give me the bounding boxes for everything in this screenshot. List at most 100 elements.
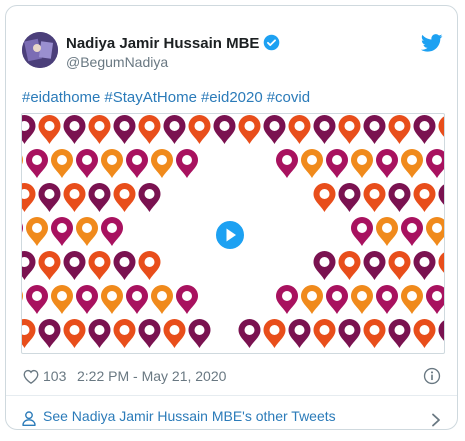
map-pin-hole	[144, 189, 155, 199]
map-pin-hole	[432, 223, 442, 233]
map-pin-hole	[44, 257, 55, 267]
map-pin-hole	[332, 155, 342, 165]
map-pin-hole	[182, 155, 192, 165]
map-pin-shape	[438, 116, 444, 137]
map-pin-hole	[319, 189, 330, 199]
hashtag-link[interactable]: #StayAtHome	[104, 89, 197, 106]
map-pin-hole	[269, 325, 280, 335]
person-icon	[22, 409, 36, 426]
map-pin-hole	[119, 189, 130, 199]
map-pin-hole	[382, 155, 392, 165]
chevron-right-icon	[431, 410, 441, 427]
map-pin-hole	[357, 223, 367, 233]
map-pin-hole	[357, 155, 367, 165]
map-pin-hole	[94, 257, 105, 267]
map-pin-hole	[107, 223, 117, 233]
play-button-icon[interactable]	[214, 219, 246, 251]
embedded-tweet-card: Nadiya Jamir Hussain MBE @BegumNadiya #e…	[5, 5, 458, 430]
map-pin-hole	[169, 121, 180, 131]
map-pin-hole	[69, 189, 80, 199]
divider	[6, 395, 457, 396]
map-pin-hole	[294, 121, 305, 131]
map-pin-hole	[44, 189, 55, 199]
map-pin-hole	[344, 121, 355, 131]
other-tweets-label[interactable]: See Nadiya Jamir Hussain MBE's other Twe…	[43, 404, 336, 428]
hashtag-link[interactable]: #eid2020	[201, 89, 263, 106]
heart-icon[interactable]	[22, 368, 40, 384]
tweet-text: #eidathome #StayAtHome #eid2020 #covid	[22, 88, 314, 108]
hashtag-link[interactable]: #eidathome	[22, 89, 100, 106]
author-name-text[interactable]: Nadiya Jamir Hussain MBE	[66, 35, 259, 52]
map-pin-hole	[369, 189, 380, 199]
map-pin-hole	[219, 121, 230, 131]
map-pin-hole	[394, 325, 405, 335]
map-pin-shape	[438, 184, 444, 205]
map-pin-hole	[119, 257, 130, 267]
map-pin-hole	[282, 291, 292, 301]
map-pin-hole	[319, 121, 330, 131]
map-pin-hole	[69, 325, 80, 335]
map-pin-hole	[307, 155, 317, 165]
map-pin-hole	[357, 291, 367, 301]
map-pin-hole	[132, 291, 142, 301]
map-pin-hole	[344, 189, 355, 199]
map-pin-hole	[194, 325, 205, 335]
map-pin-hole	[82, 291, 92, 301]
author-handle[interactable]: @BegumNadiya	[66, 54, 168, 70]
map-pin-shape	[438, 320, 444, 341]
map-pin-hole	[94, 325, 105, 335]
map-pin-hole	[32, 155, 42, 165]
map-pin-hole	[144, 325, 155, 335]
map-pin-hole	[419, 121, 430, 131]
map-pin-hole	[407, 223, 417, 233]
map-pin-hole	[282, 155, 292, 165]
verified-badge-icon	[263, 34, 280, 56]
tweet-header: Nadiya Jamir Hussain MBE @BegumNadiya	[22, 32, 443, 72]
map-pin-hole	[369, 257, 380, 267]
map-pin-hole	[82, 155, 92, 165]
map-pin-hole	[144, 121, 155, 131]
tweet-timestamp[interactable]: 2:22 PM - May 21, 2020	[77, 366, 226, 386]
map-pin-hole	[269, 121, 280, 131]
map-pin-hole	[244, 121, 255, 131]
map-pin-hole	[382, 291, 392, 301]
map-pin-hole	[394, 189, 405, 199]
map-pin-hole	[344, 257, 355, 267]
map-pin-hole	[407, 155, 417, 165]
map-pin-hole	[94, 189, 105, 199]
map-pin-hole	[319, 257, 330, 267]
map-pin-hole	[57, 223, 67, 233]
map-pin-hole	[244, 325, 255, 335]
map-pin-hole	[57, 155, 67, 165]
twitter-bird-icon[interactable]	[420, 34, 443, 52]
map-pin-hole	[344, 325, 355, 335]
info-icon[interactable]	[423, 367, 441, 385]
tweet-video[interactable]	[21, 113, 445, 354]
map-pin-shape	[438, 252, 444, 273]
map-pin-hole	[69, 121, 80, 131]
tweet-meta: 103 2:22 PM - May 21, 2020	[22, 366, 443, 386]
map-pin-hole	[432, 155, 442, 165]
map-pin-hole	[44, 121, 55, 131]
like-count[interactable]: 103	[43, 366, 66, 386]
map-pin-hole	[294, 325, 305, 335]
map-pin-shape	[22, 223, 23, 233]
author-name[interactable]: Nadiya Jamir Hussain MBE	[66, 34, 280, 56]
map-pin-hole	[107, 155, 117, 165]
map-pin-hole	[419, 325, 430, 335]
map-pin-hole	[119, 325, 130, 335]
map-pin-hole	[157, 291, 167, 301]
map-pin-hole	[432, 291, 442, 301]
hashtag-link[interactable]: #covid	[267, 89, 310, 106]
map-pin-hole	[82, 223, 92, 233]
other-tweets-link[interactable]: See Nadiya Jamir Hussain MBE's other Twe…	[22, 404, 443, 428]
map-pin-hole	[369, 325, 380, 335]
map-pin-hole	[119, 121, 130, 131]
author-avatar[interactable]	[22, 32, 58, 68]
map-pin-hole	[307, 291, 317, 301]
map-pin-shape	[22, 155, 23, 165]
map-pin-hole	[132, 155, 142, 165]
map-pin-hole	[44, 325, 55, 335]
map-pin-hole	[144, 257, 155, 267]
map-pin-hole	[394, 257, 405, 267]
